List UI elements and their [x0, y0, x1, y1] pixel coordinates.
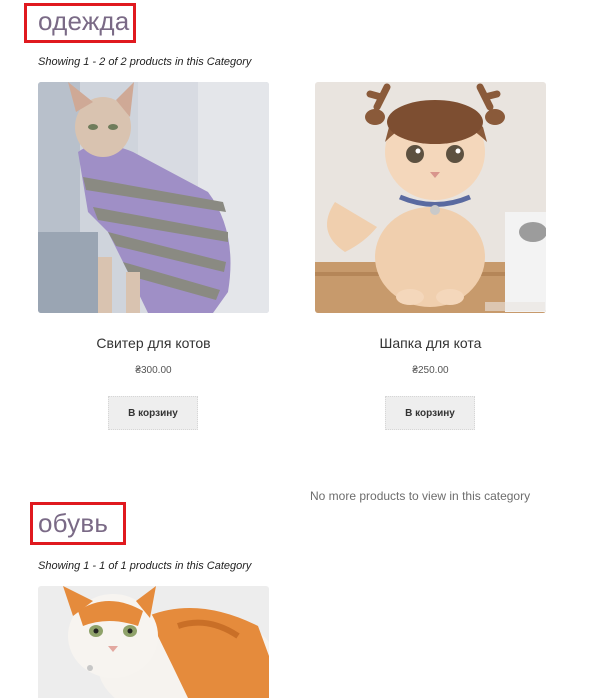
- add-to-cart-button[interactable]: В корзину: [108, 396, 198, 430]
- showing-count: Showing 1 - 2 of 2 products in this Cate…: [38, 56, 252, 68]
- category-title: обувь: [38, 508, 109, 538]
- cat-sweater-photo: [38, 82, 269, 313]
- product-image-hat[interactable]: [315, 82, 546, 313]
- cat-hat-photo: [315, 82, 546, 313]
- product-image-sweater[interactable]: [38, 82, 269, 313]
- category-title: одежда: [38, 6, 130, 36]
- product-title[interactable]: Свитер для котов: [38, 335, 269, 351]
- product-image-cat[interactable]: [38, 586, 269, 698]
- product-title[interactable]: Шапка для кота: [315, 335, 546, 351]
- product-price: ₴250.00: [412, 365, 449, 376]
- showing-count: Showing 1 - 1 of 1 products in this Cate…: [38, 560, 252, 572]
- product-price: ₴300.00: [135, 365, 172, 376]
- add-to-cart-button[interactable]: В корзину: [385, 396, 475, 430]
- orange-white-cat-photo: [38, 586, 269, 698]
- no-more-products-message: No more products to view in this categor…: [310, 489, 531, 503]
